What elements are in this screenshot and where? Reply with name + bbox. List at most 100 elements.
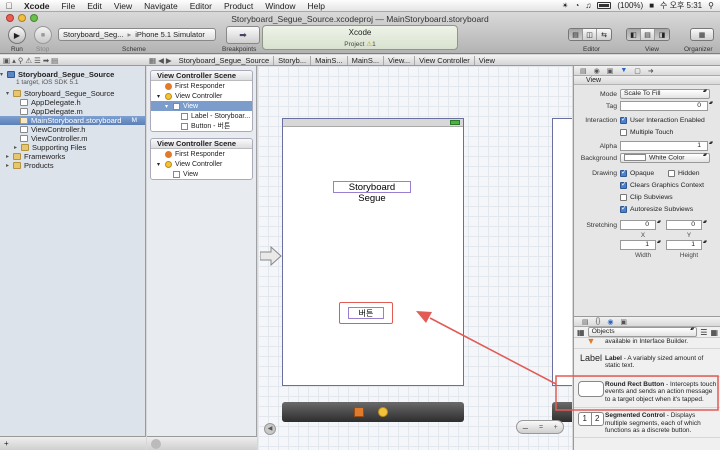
menu-window[interactable]: Window: [259, 1, 301, 11]
mode-popup[interactable]: Scale To Fill: [620, 89, 710, 99]
battery-icon[interactable]: [597, 2, 612, 9]
crumb-scene[interactable]: View...: [384, 55, 416, 65]
organizer-button[interactable]: ▦: [690, 28, 714, 41]
storyboard-label[interactable]: Storyboard Segue: [333, 181, 411, 204]
breakpoint-navigator-icon[interactable]: ➡: [43, 56, 49, 65]
disclosure-closed-icon[interactable]: ▸: [6, 162, 13, 169]
back-arrow-icon[interactable]: ◀: [158, 56, 164, 65]
menu-xcode[interactable]: Xcode: [18, 1, 56, 11]
disclosure-open-icon[interactable]: ▾: [157, 93, 165, 100]
bluetooth-icon[interactable]: ✴: [562, 1, 569, 10]
editor-mode-control[interactable]: ▤ ◫ ⇆: [568, 28, 612, 41]
autoresize-checkbox[interactable]: Autoresize Subviews: [620, 204, 693, 213]
nav-file-viewcontroller-h[interactable]: ViewController.h: [0, 125, 145, 134]
run-button[interactable]: ▶: [8, 26, 26, 44]
crumb-group[interactable]: Storyb...: [274, 55, 312, 65]
tag-field[interactable]: 0: [620, 101, 712, 111]
nav-project-root[interactable]: ▾ Storyboard_Segue_Source: [0, 70, 145, 79]
collapse-outline-icon[interactable]: [151, 439, 161, 449]
nav-file-appdelegate-h[interactable]: AppDelegate.h: [0, 98, 145, 107]
library-item-segmented-control[interactable]: 12 Segmented Control - Displays multiple…: [574, 408, 720, 438]
zoom-in-icon[interactable]: +: [554, 424, 558, 431]
nav-file-appdelegate-m[interactable]: AppDelegate.m: [0, 107, 145, 116]
standard-editor-icon[interactable]: ▤: [569, 29, 583, 40]
storyboard-button[interactable]: 버튼: [348, 307, 384, 319]
grid-view-icon[interactable]: ▦: [577, 328, 585, 337]
menu-clock[interactable]: 수 오후 5:31: [660, 0, 702, 11]
outline-view[interactable]: View: [151, 169, 252, 179]
first-responder-icon[interactable]: [354, 407, 364, 417]
alpha-field[interactable]: 1: [620, 141, 712, 151]
scheme-project[interactable]: Storyboard_Seg...: [59, 30, 127, 39]
outline-label-item[interactable]: Label - Storyboar...: [151, 111, 252, 121]
forward-arrow-icon[interactable]: ▶: [166, 56, 172, 65]
grid-layout-icon[interactable]: ▦: [710, 328, 718, 337]
stop-button[interactable]: ■: [34, 26, 52, 44]
object-library-icon[interactable]: ◉: [607, 318, 613, 326]
multiple-touch-checkbox[interactable]: Multiple Touch: [620, 128, 673, 136]
code-snippet-icon[interactable]: {}: [596, 318, 601, 325]
toggle-debug-icon[interactable]: ▤: [641, 29, 655, 40]
hidden-checkbox[interactable]: Hidden: [668, 169, 700, 177]
nav-group-source[interactable]: ▾ Storyboard_Segue_Source: [0, 89, 145, 98]
quick-help-icon[interactable]: ◉: [594, 67, 600, 75]
inspector-section-title[interactable]: View: [574, 76, 720, 85]
scheme-destination[interactable]: iPhone 5.1 Simulator: [131, 30, 209, 39]
search-navigator-icon[interactable]: ⚲: [18, 56, 24, 65]
disclosure-open-icon[interactable]: ▾: [157, 161, 165, 168]
breakpoints-button[interactable]: ➡: [226, 26, 260, 44]
media-library-icon[interactable]: ▣: [620, 318, 627, 326]
zoom-fit-icon[interactable]: =: [539, 424, 543, 431]
user-interaction-checkbox[interactable]: User Interaction Enabled: [620, 115, 705, 124]
outline-view-controller[interactable]: ▾ View Controller: [151, 91, 252, 101]
scene-2-view[interactable]: [552, 118, 572, 386]
toggle-navigator-icon[interactable]: ◧: [627, 29, 641, 40]
crumb-controller[interactable]: View Controller: [415, 55, 475, 65]
file-inspector-icon[interactable]: ▤: [580, 67, 587, 75]
library-filter-popup[interactable]: Objects: [587, 327, 698, 337]
identity-inspector-icon[interactable]: ▣: [607, 67, 614, 75]
nav-file-storyboard[interactable]: MainStoryboard.storyboard M: [0, 116, 145, 125]
connections-inspector-icon[interactable]: ➜: [648, 67, 654, 75]
disclosure-open-icon[interactable]: ▾: [0, 71, 7, 78]
menu-product[interactable]: Product: [218, 1, 259, 11]
scene-header[interactable]: View Controller Scene: [151, 71, 252, 81]
outline-first-responder[interactable]: First Responder: [151, 149, 252, 159]
menu-help[interactable]: Help: [301, 1, 330, 11]
disclosure-closed-icon[interactable]: ▸: [14, 144, 21, 151]
background-popup[interactable]: White Color: [620, 153, 710, 163]
add-file-icon[interactable]: +: [4, 439, 9, 448]
show-outline-icon[interactable]: ◀: [264, 423, 276, 435]
stretch-y-field[interactable]: 0: [666, 220, 706, 230]
volume-icon[interactable]: ♫: [585, 1, 591, 10]
clears-context-checkbox[interactable]: Clears Graphics Context: [620, 180, 704, 189]
zoom-out-icon[interactable]: ⚊: [522, 423, 528, 431]
outline-button-item[interactable]: Button - 버튼: [151, 121, 252, 131]
disclosure-closed-icon[interactable]: ▸: [6, 153, 13, 160]
assistant-editor-icon[interactable]: ◫: [583, 29, 597, 40]
list-view-icon[interactable]: ☰: [700, 328, 707, 337]
crumb-project[interactable]: Storyboard_Segue_Source: [175, 55, 275, 65]
disclosure-open-icon[interactable]: ▾: [6, 90, 13, 97]
opaque-checkbox[interactable]: Opaque: [620, 168, 668, 177]
input-source-icon[interactable]: ■: [649, 1, 654, 10]
scene-header[interactable]: View Controller Scene: [151, 139, 252, 149]
outline-first-responder[interactable]: First Responder: [151, 81, 252, 91]
project-navigator-icon[interactable]: ▣: [3, 56, 10, 65]
spotlight-icon[interactable]: ⚲: [708, 1, 714, 10]
library-item-round-rect-button[interactable]: Round Rect Button - Intercepts touch eve…: [574, 377, 720, 408]
view-controller-icon[interactable]: [378, 407, 388, 417]
organizer-icon[interactable]: ▦: [691, 29, 713, 40]
stretch-width-field[interactable]: 1: [620, 240, 660, 250]
nav-group-supporting[interactable]: ▸ Supporting Files: [0, 143, 145, 152]
file-template-icon[interactable]: ▤: [582, 318, 589, 326]
crumb-view[interactable]: View: [475, 56, 499, 65]
crumb-storyboard[interactable]: MainS...: [348, 55, 385, 65]
view-toggle-control[interactable]: ◧ ▤ ◨: [626, 28, 670, 41]
size-inspector-icon[interactable]: ▢: [634, 67, 641, 75]
disclosure-open-icon[interactable]: ▾: [165, 103, 173, 110]
log-navigator-icon[interactable]: ▤: [51, 56, 58, 65]
storyboard-canvas[interactable]: Storyboard Segue 버튼 ◀ ⚊ = +: [258, 66, 572, 450]
menu-navigate[interactable]: Navigate: [138, 1, 184, 11]
toggle-utilities-icon[interactable]: ◨: [655, 29, 669, 40]
